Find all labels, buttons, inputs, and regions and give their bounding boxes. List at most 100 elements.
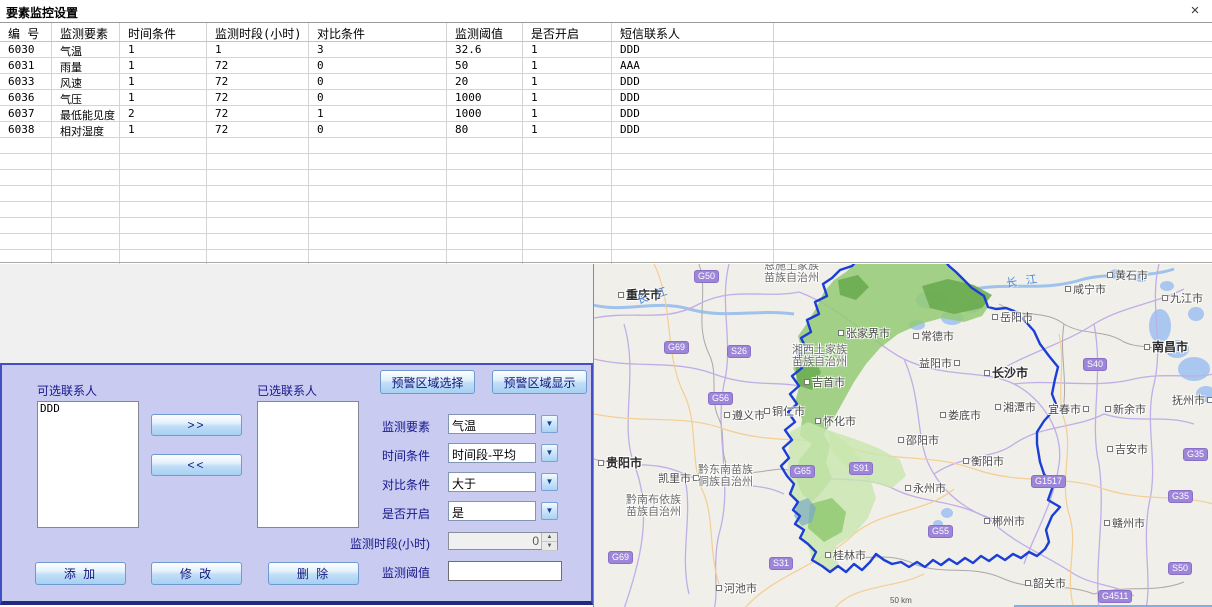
city-name: 南昌市 bbox=[1152, 338, 1188, 355]
table-row[interactable]: 6037最低能见度272110001DDD bbox=[0, 106, 1212, 122]
map-district-label: 湘西土家族 苗族自治州 bbox=[792, 344, 847, 368]
monitor-element-combo[interactable]: 气温 ▼ bbox=[448, 414, 558, 434]
table-header-cell: 是否开启 bbox=[523, 23, 612, 41]
table-empty-row[interactable] bbox=[0, 218, 1212, 234]
map-district-label: 黔南布依族 苗族自治州 bbox=[626, 494, 681, 518]
table-cell: 1 bbox=[523, 122, 612, 137]
compare-condition-label: 对比条件 bbox=[335, 476, 430, 493]
spin-down-icon: ▼ bbox=[542, 542, 557, 551]
table-row[interactable]: 6030气温11332.61DDD bbox=[0, 42, 1212, 58]
time-condition-combo[interactable]: 时间段-平均 ▼ bbox=[448, 443, 558, 463]
table-cell bbox=[120, 234, 207, 249]
table-cell bbox=[52, 202, 120, 217]
table-cell bbox=[612, 234, 774, 249]
table-cell bbox=[612, 202, 774, 217]
city-name: 怀化市 bbox=[823, 413, 856, 429]
city-name: 铜仁市 bbox=[772, 403, 805, 419]
table-row[interactable]: 6033风速1720201DDD bbox=[0, 74, 1212, 90]
table-cell: 最低能见度 bbox=[52, 106, 120, 121]
city-marker-icon bbox=[764, 408, 770, 414]
table-cell: 1 bbox=[120, 42, 207, 57]
chevron-down-icon[interactable]: ▼ bbox=[541, 415, 558, 433]
chevron-down-icon[interactable]: ▼ bbox=[541, 502, 558, 520]
road-badge: S91 bbox=[849, 462, 873, 475]
city-name: 九江市 bbox=[1170, 290, 1203, 306]
table-cell: 50 bbox=[447, 58, 523, 73]
threshold-input[interactable] bbox=[448, 561, 562, 581]
city-name: 永州市 bbox=[913, 480, 946, 496]
city-name: 吉安市 bbox=[1115, 441, 1148, 457]
table-empty-row[interactable] bbox=[0, 234, 1212, 250]
empty-panel bbox=[0, 264, 593, 363]
city-name: 咸宁市 bbox=[1073, 281, 1106, 297]
modify-button[interactable]: 修 改 bbox=[151, 562, 242, 585]
map-city-label: 怀化市 bbox=[813, 413, 856, 429]
map-city-label: 抚州市 bbox=[1172, 392, 1212, 408]
close-icon[interactable]: × bbox=[1186, 2, 1204, 20]
table-empty-row[interactable] bbox=[0, 170, 1212, 186]
map-major-city-label: 长沙市 bbox=[982, 364, 1028, 381]
table-header-cell: 编 号 bbox=[0, 23, 52, 41]
city-marker-icon bbox=[963, 458, 969, 464]
table-row[interactable]: 6038相对湿度1720801DDD bbox=[0, 122, 1212, 138]
city-marker-icon bbox=[815, 418, 821, 424]
table-cell bbox=[523, 138, 612, 153]
enabled-combo[interactable]: 是 ▼ bbox=[448, 501, 558, 521]
table-cell-filler bbox=[774, 90, 1212, 105]
add-button[interactable]: 添 加 bbox=[35, 562, 126, 585]
map-city-label: 张家界市 bbox=[836, 325, 890, 341]
map-scale-label: 50 km bbox=[890, 596, 912, 605]
city-marker-icon bbox=[940, 412, 946, 418]
chevron-down-icon[interactable]: ▼ bbox=[541, 473, 558, 491]
city-marker-icon bbox=[1207, 397, 1212, 403]
map-city-label: 郴州市 bbox=[982, 513, 1025, 529]
table-empty-row[interactable] bbox=[0, 138, 1212, 154]
table-cell bbox=[0, 234, 52, 249]
chevron-down-icon[interactable]: ▼ bbox=[541, 444, 558, 462]
table-cell bbox=[0, 170, 52, 185]
map-city-label: 铜仁市 bbox=[762, 403, 805, 419]
table-cell bbox=[447, 218, 523, 233]
table-cell bbox=[120, 218, 207, 233]
table-cell: DDD bbox=[612, 122, 774, 137]
table-cell: 0 bbox=[309, 74, 447, 89]
time-condition-label: 时间条件 bbox=[335, 447, 430, 464]
map-city-label: 黄石市 bbox=[1105, 267, 1148, 283]
bottom-area: 可选联系人 已选联系人 DDD >> << 预警区域选择 预警区域显示 监测要素… bbox=[0, 262, 1212, 607]
table-header-cell: 对比条件 bbox=[309, 23, 447, 41]
contact-list-item[interactable]: DDD bbox=[38, 402, 138, 415]
monitor-period-value: 0 bbox=[532, 534, 539, 548]
table-cell bbox=[612, 170, 774, 185]
table-row[interactable]: 6031雨量1720501AAA bbox=[0, 58, 1212, 74]
table-empty-row[interactable] bbox=[0, 186, 1212, 202]
table-row[interactable]: 6036气压172010001DDD bbox=[0, 90, 1212, 106]
compare-condition-combo[interactable]: 大于 ▼ bbox=[448, 472, 558, 492]
warning-area-select-button[interactable]: 预警区域选择 bbox=[380, 370, 475, 394]
map-city-label: 韶关市 bbox=[1023, 575, 1066, 591]
table-cell-filler bbox=[774, 106, 1212, 121]
table-header-cell: 时间条件 bbox=[120, 23, 207, 41]
table-cell bbox=[52, 170, 120, 185]
monitor-table: 编 号监测要素时间条件监测时段(小时)对比条件监测阈值是否开启短信联系人6030… bbox=[0, 22, 1212, 264]
table-cell bbox=[309, 234, 447, 249]
table-empty-row[interactable] bbox=[0, 202, 1212, 218]
table-cell: 1 bbox=[523, 74, 612, 89]
map-city-label: 新余市 bbox=[1103, 401, 1146, 417]
map-city-label: 吉首市 bbox=[802, 374, 845, 390]
map-panel[interactable]: 重庆市贵阳市长沙市南昌市遵义市凯里市河池市桂林市张家界市吉首市铜仁市怀化市常德市… bbox=[593, 264, 1212, 607]
table-empty-row[interactable] bbox=[0, 154, 1212, 170]
move-right-button[interactable]: >> bbox=[151, 414, 242, 436]
table-cell bbox=[207, 138, 309, 153]
road-badge: G1517 bbox=[1031, 475, 1066, 488]
available-contacts-list[interactable]: DDD bbox=[37, 401, 139, 528]
table-cell: 1 bbox=[120, 58, 207, 73]
city-marker-icon bbox=[1025, 580, 1031, 586]
table-cell bbox=[612, 218, 774, 233]
monitor-period-label: 监测时段(小时) bbox=[325, 535, 430, 552]
delete-button[interactable]: 删 除 bbox=[268, 562, 359, 585]
warning-area-show-button[interactable]: 预警区域显示 bbox=[492, 370, 587, 394]
table-cell-filler bbox=[774, 186, 1212, 201]
city-name: 益阳市 bbox=[919, 355, 952, 371]
city-marker-icon bbox=[724, 412, 730, 418]
move-left-button[interactable]: << bbox=[151, 454, 242, 476]
